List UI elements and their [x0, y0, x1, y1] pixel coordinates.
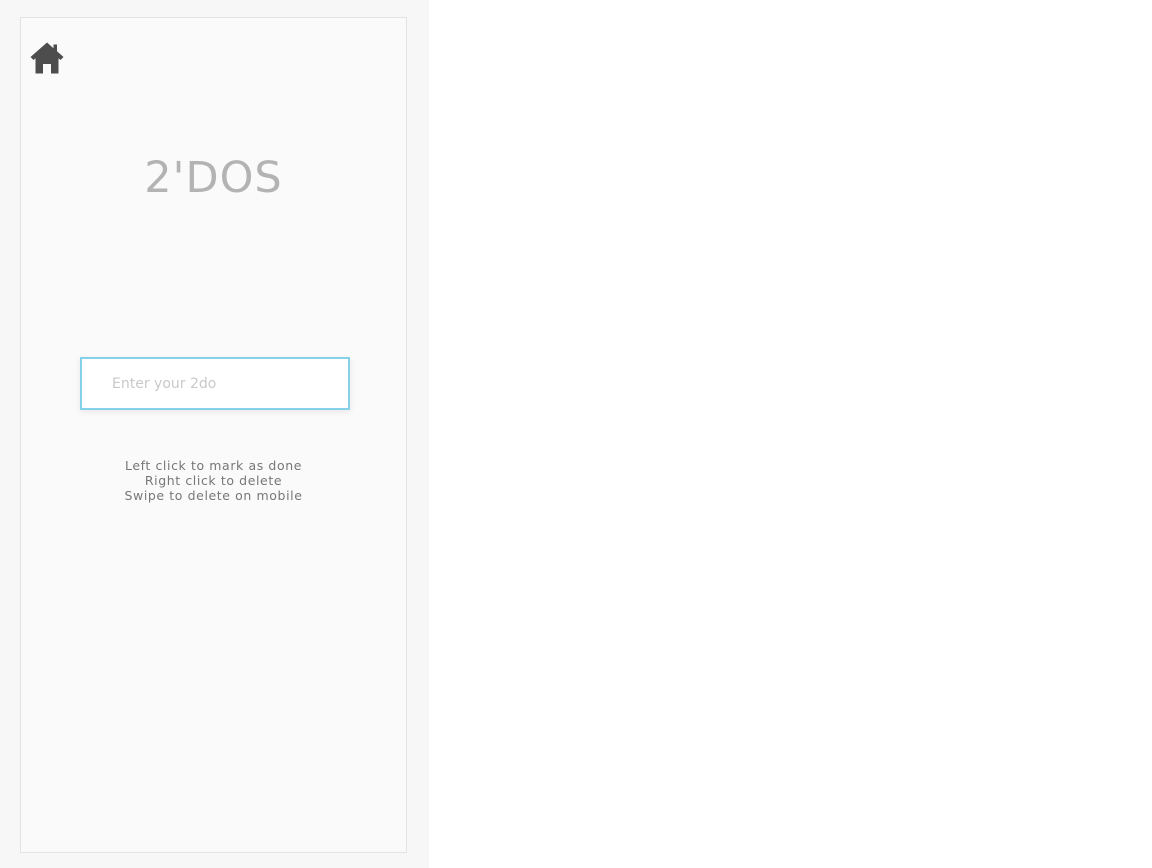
instruction-line: Right click to delete — [144, 473, 283, 488]
instruction-line: Swipe to delete on mobile — [124, 488, 303, 503]
home-icon-graphic — [30, 42, 64, 74]
instruction-line: Left click to mark as done — [124, 458, 303, 473]
app-title: 2'DOS — [144, 153, 283, 203]
home-icon[interactable] — [29, 41, 65, 75]
todo-input[interactable] — [80, 357, 350, 410]
app-container: 2'DOS Left click to mark as done Right c… — [20, 17, 407, 853]
instructions: Left click to mark as done Right click t… — [21, 458, 406, 503]
